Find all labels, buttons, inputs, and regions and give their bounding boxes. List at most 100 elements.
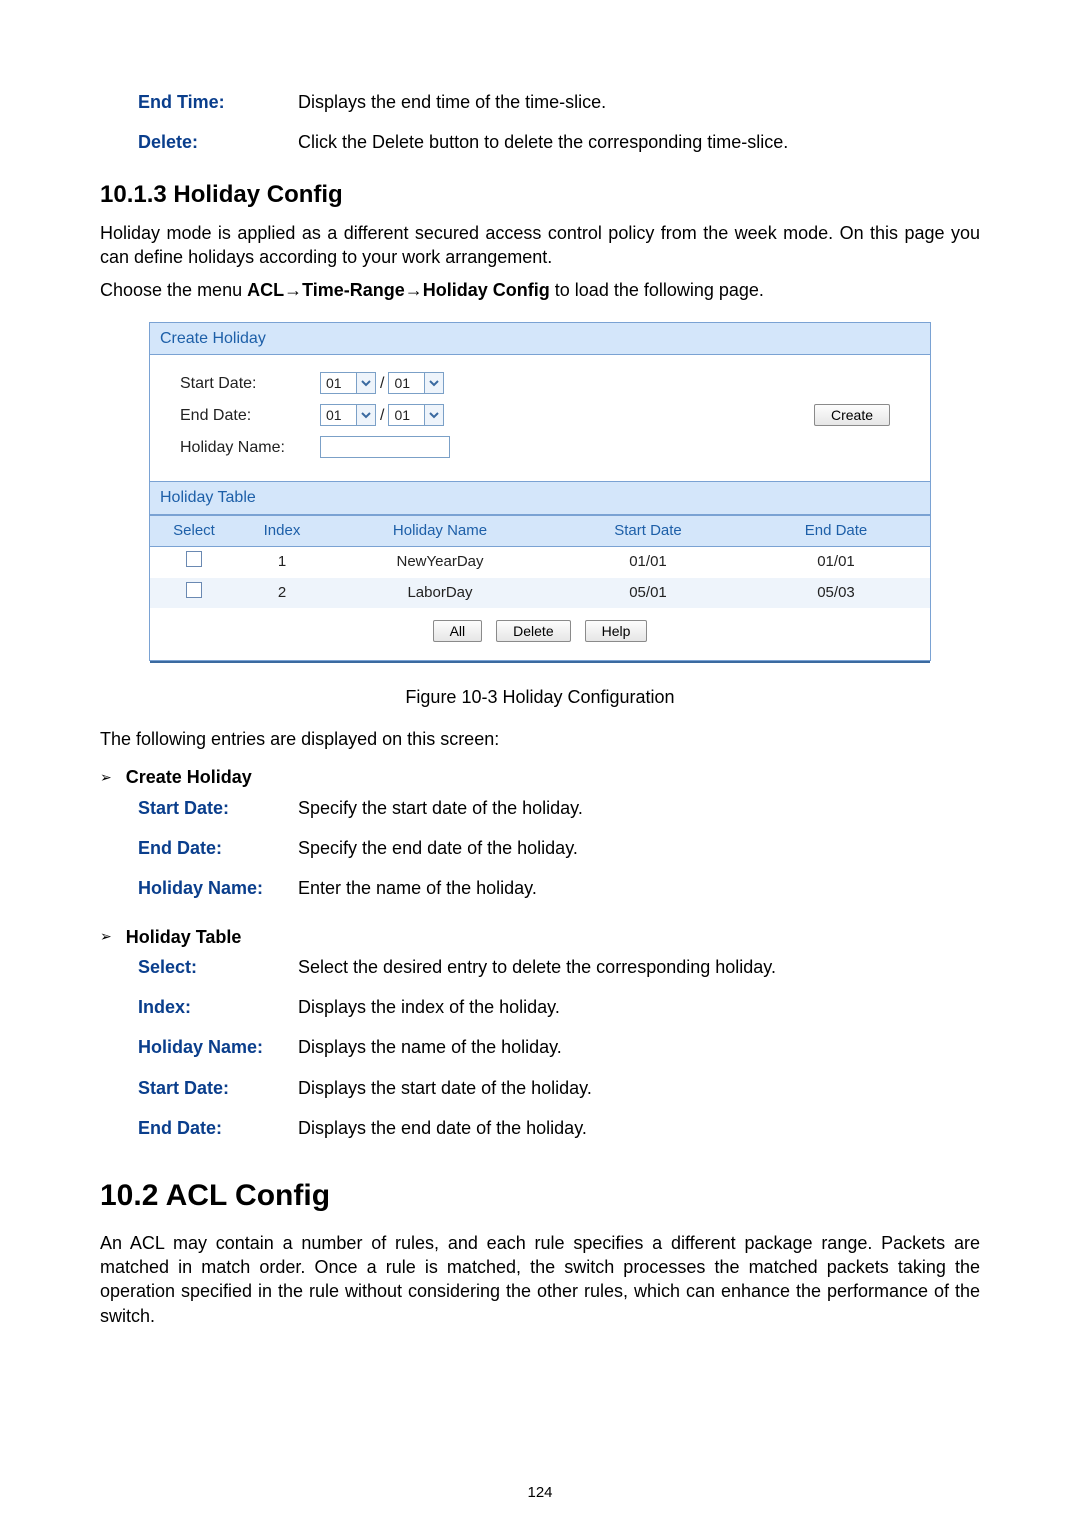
group-create-holiday: ➢ Create Holiday bbox=[100, 765, 980, 789]
acl-config-para: An ACL may contain a number of rules, an… bbox=[100, 1231, 980, 1328]
def-start-date: Start Date: Specify the start date of th… bbox=[138, 796, 980, 820]
heading-10-1-3: 10.1.3 Holiday Config bbox=[100, 179, 980, 211]
top-defs: End Time: Displays the end time of the t… bbox=[138, 90, 980, 155]
def-holiday-name-t: Holiday Name: Displays the name of the h… bbox=[138, 1035, 980, 1059]
def-desc: Displays the start date of the holiday. bbox=[298, 1076, 980, 1100]
create-button[interactable]: Create bbox=[814, 404, 890, 426]
delete-button[interactable]: Delete bbox=[496, 620, 570, 642]
group-title: Create Holiday bbox=[126, 765, 252, 789]
col-end-date: End Date bbox=[742, 516, 930, 547]
heading-10-2: 10.2 ACL Config bbox=[100, 1176, 980, 1217]
def-end-date-t: End Date: Displays the end date of the h… bbox=[138, 1116, 980, 1140]
def-desc: Displays the end date of the holiday. bbox=[298, 1116, 980, 1140]
def-desc: Select the desired entry to delete the c… bbox=[298, 955, 980, 979]
def-term: Holiday Name: bbox=[138, 1035, 298, 1059]
def-term: Start Date: bbox=[138, 796, 298, 820]
group-holiday-table: ➢ Holiday Table bbox=[100, 925, 980, 949]
row-checkbox[interactable] bbox=[186, 551, 202, 567]
form-fields: 01 / 01 01 / bbox=[320, 367, 620, 463]
def-desc: Click the Delete button to delete the co… bbox=[298, 130, 980, 154]
menu-prefix: Choose the menu bbox=[100, 280, 247, 300]
def-desc: Displays the index of the holiday. bbox=[298, 995, 980, 1019]
col-index: Index bbox=[238, 516, 326, 547]
def-term: Select: bbox=[138, 955, 298, 979]
cell-end-date: 05/03 bbox=[742, 578, 930, 608]
help-button[interactable]: Help bbox=[585, 620, 648, 642]
create-holiday-title: Create Holiday bbox=[150, 322, 930, 356]
def-start-date-t: Start Date: Displays the start date of t… bbox=[138, 1076, 980, 1100]
def-term: End Date: bbox=[138, 1116, 298, 1140]
defs-create-holiday: Start Date: Specify the start date of th… bbox=[138, 796, 980, 901]
cell-index: 1 bbox=[238, 547, 326, 578]
start-day-select[interactable]: 01 bbox=[388, 372, 444, 394]
def-term: Start Date: bbox=[138, 1076, 298, 1100]
create-button-area: Create bbox=[620, 367, 900, 463]
def-desc: Enter the name of the holiday. bbox=[298, 876, 980, 900]
def-end-time: End Time: Displays the end time of the t… bbox=[138, 90, 980, 114]
row-checkbox[interactable] bbox=[186, 582, 202, 598]
table-row: 2 LaborDay 05/01 05/03 bbox=[150, 578, 930, 608]
label-end-date: End Date: bbox=[180, 399, 320, 431]
chevron-down-icon bbox=[424, 405, 443, 425]
cell-holiday-name: LaborDay bbox=[326, 578, 554, 608]
def-delete: Delete: Click the Delete button to delet… bbox=[138, 130, 980, 154]
cell-holiday-name: NewYearDay bbox=[326, 547, 554, 578]
entries-intro: The following entries are displayed on t… bbox=[100, 727, 980, 751]
def-desc: Displays the name of the holiday. bbox=[298, 1035, 980, 1059]
end-day-select[interactable]: 01 bbox=[388, 404, 444, 426]
end-month-value: 01 bbox=[321, 406, 356, 425]
menu-instruction: Choose the menu ACL→Time-Range→Holiday C… bbox=[100, 278, 980, 302]
col-select: Select bbox=[150, 516, 238, 547]
holiday-table-title: Holiday Table bbox=[150, 481, 930, 515]
holiday-config-intro: Holiday mode is applied as a different s… bbox=[100, 221, 980, 270]
holiday-name-input[interactable] bbox=[320, 436, 450, 458]
start-day-value: 01 bbox=[389, 374, 424, 393]
def-term: Delete: bbox=[138, 130, 298, 154]
cell-start-date: 01/01 bbox=[554, 547, 742, 578]
table-row: 1 NewYearDay 01/01 01/01 bbox=[150, 547, 930, 578]
def-term: End Date: bbox=[138, 836, 298, 860]
def-index: Index: Displays the index of the holiday… bbox=[138, 995, 980, 1019]
col-holiday-name: Holiday Name bbox=[326, 516, 554, 547]
all-button[interactable]: All bbox=[433, 620, 483, 642]
def-desc: Displays the end time of the time-slice. bbox=[298, 90, 980, 114]
table-button-row: All Delete Help bbox=[150, 608, 930, 660]
def-term: End Time: bbox=[138, 90, 298, 114]
start-month-value: 01 bbox=[321, 374, 356, 393]
def-holiday-name: Holiday Name: Enter the name of the holi… bbox=[138, 876, 980, 900]
chevron-down-icon bbox=[356, 373, 375, 393]
slash: / bbox=[380, 405, 384, 427]
arrow-icon: ➢ bbox=[100, 927, 112, 946]
end-month-select[interactable]: 01 bbox=[320, 404, 376, 426]
figure-holiday-config: Create Holiday Start Date: End Date: Hol… bbox=[100, 322, 980, 663]
def-desc: Specify the end date of the holiday. bbox=[298, 836, 980, 860]
def-select: Select: Select the desired entry to dele… bbox=[138, 955, 980, 979]
chevron-down-icon bbox=[424, 373, 443, 393]
figure-caption: Figure 10-3 Holiday Configuration bbox=[100, 685, 980, 709]
col-start-date: Start Date bbox=[554, 516, 742, 547]
def-end-date: End Date: Specify the end date of the ho… bbox=[138, 836, 980, 860]
page: End Time: Displays the end time of the t… bbox=[0, 0, 1080, 1527]
panel-bottom-rule bbox=[150, 661, 930, 663]
cell-start-date: 05/01 bbox=[554, 578, 742, 608]
defs-holiday-table: Select: Select the desired entry to dele… bbox=[138, 955, 980, 1140]
cell-end-date: 01/01 bbox=[742, 547, 930, 578]
end-day-value: 01 bbox=[389, 406, 424, 425]
menu-suffix: to load the following page. bbox=[550, 280, 764, 300]
def-term: Index: bbox=[138, 995, 298, 1019]
form-labels: Start Date: End Date: Holiday Name: bbox=[180, 367, 320, 463]
def-desc: Specify the start date of the holiday. bbox=[298, 796, 980, 820]
create-holiday-form: Start Date: End Date: Holiday Name: 01 /… bbox=[150, 355, 930, 481]
holiday-config-panel: Create Holiday Start Date: End Date: Hol… bbox=[149, 322, 931, 661]
cell-index: 2 bbox=[238, 578, 326, 608]
def-term: Holiday Name: bbox=[138, 876, 298, 900]
group-title: Holiday Table bbox=[126, 925, 242, 949]
label-start-date: Start Date: bbox=[180, 367, 320, 399]
holiday-table: Select Index Holiday Name Start Date End… bbox=[150, 515, 930, 608]
start-month-select[interactable]: 01 bbox=[320, 372, 376, 394]
slash: / bbox=[380, 373, 384, 395]
menu-path: ACL→Time-Range→Holiday Config bbox=[247, 280, 550, 300]
chevron-down-icon bbox=[356, 405, 375, 425]
arrow-icon: ➢ bbox=[100, 768, 112, 787]
label-holiday-name: Holiday Name: bbox=[180, 431, 320, 463]
